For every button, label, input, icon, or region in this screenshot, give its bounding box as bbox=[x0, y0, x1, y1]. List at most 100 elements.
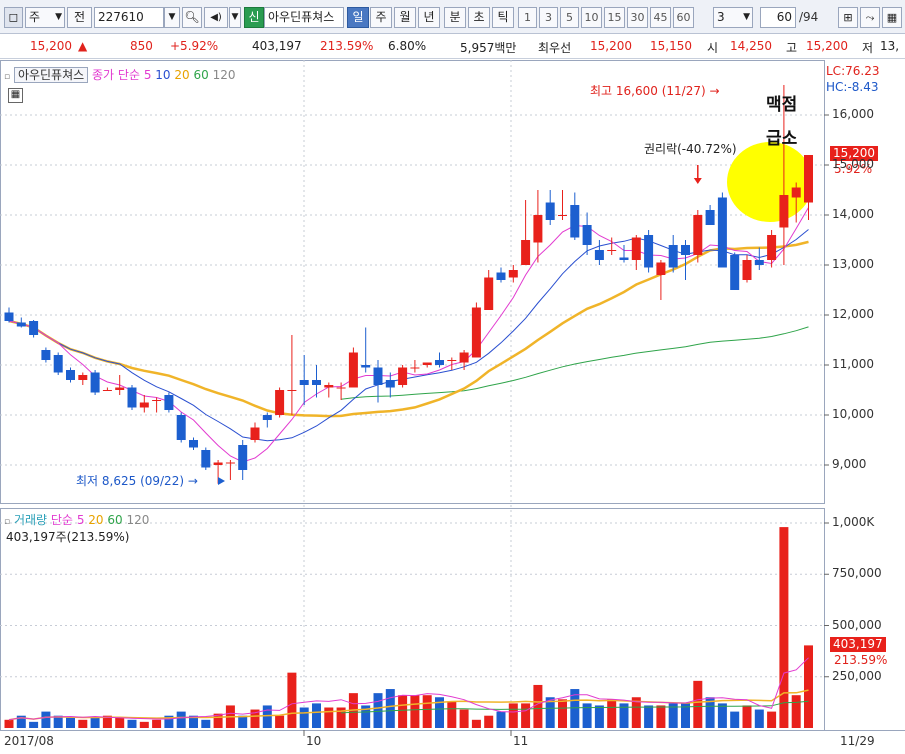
candle-body bbox=[189, 440, 198, 448]
price-change-pct: +5.92% bbox=[170, 39, 219, 53]
period-tab[interactable]: 틱 bbox=[492, 7, 514, 28]
candle-body bbox=[176, 415, 186, 440]
count-select[interactable]: 3 ▼ bbox=[713, 7, 753, 28]
interval-button[interactable]: 1 bbox=[518, 7, 537, 28]
low-arrow-head bbox=[218, 477, 225, 485]
legend-vol-ma20: 20 bbox=[88, 513, 104, 527]
lc-label: LC:76.23 bbox=[826, 64, 880, 78]
x-tick-label: 11 bbox=[513, 734, 529, 748]
menu-dropdown-icon[interactable]: ▼ bbox=[229, 7, 241, 28]
candle-body bbox=[496, 272, 506, 280]
rights-arrow-head bbox=[693, 178, 702, 184]
volume-bar bbox=[730, 711, 740, 728]
volume-bar bbox=[90, 717, 100, 728]
stock-name-field[interactable]: 아우딘퓨쳐스 bbox=[264, 7, 344, 28]
candle-body bbox=[508, 270, 518, 278]
volume-bar bbox=[373, 693, 383, 728]
legend-ma5: 5 bbox=[143, 68, 152, 82]
candle-body bbox=[693, 215, 703, 255]
page-input[interactable]: 60 bbox=[760, 7, 796, 28]
period-tab[interactable]: 년 bbox=[418, 7, 440, 28]
period-tab[interactable]: 분 bbox=[444, 7, 466, 28]
grid-toggle-icon[interactable]: ▦ bbox=[8, 88, 23, 103]
highlight-circle bbox=[727, 142, 813, 222]
candle-body bbox=[582, 225, 592, 245]
candle-body bbox=[324, 385, 334, 388]
interval-button[interactable]: 5 bbox=[560, 7, 579, 28]
interval-button[interactable]: 15 bbox=[604, 7, 625, 28]
candle-body bbox=[791, 187, 801, 198]
best-bid: 15,150 bbox=[650, 39, 692, 53]
legend-stock-name[interactable]: 아우딘퓨쳐스 bbox=[13, 67, 89, 83]
volume-bar bbox=[779, 527, 789, 728]
chart-panel[interactable]: ▫ 아우딘퓨쳐스 종가 단순 5 10 20 60 120 ▦ ▫ 거래량 단순… bbox=[0, 60, 905, 754]
candle-body bbox=[41, 350, 51, 360]
trade-amount: 5,957백만 bbox=[460, 41, 517, 55]
interval-button[interactable]: 3 bbox=[539, 7, 558, 28]
annotation-note-1: 맥점 bbox=[766, 95, 798, 115]
candle-body bbox=[545, 202, 555, 220]
volume-bar bbox=[324, 707, 334, 728]
interval-button[interactable]: 10 bbox=[581, 7, 602, 28]
volume-bar bbox=[398, 695, 408, 728]
market-type-select[interactable]: 주 ▼ bbox=[25, 7, 65, 28]
chart-tool-icon[interactable]: ⊞ bbox=[838, 7, 858, 28]
speaker-icon[interactable]: ◀) bbox=[204, 7, 228, 28]
candle-body bbox=[348, 352, 358, 388]
candle-body bbox=[422, 362, 432, 365]
candle-body bbox=[631, 237, 641, 260]
price-tick-label: 12,000 bbox=[832, 307, 874, 321]
layout-icon[interactable]: ◻ bbox=[4, 7, 23, 28]
high-price: 15,200 bbox=[806, 39, 848, 53]
candle-body bbox=[410, 367, 420, 369]
volume-value: 403,197 bbox=[252, 39, 302, 53]
period-tab[interactable]: 주 bbox=[370, 7, 392, 28]
annotation-low: 최저 8,625 (09/22) → bbox=[76, 472, 198, 489]
price-change: 850 bbox=[130, 39, 153, 53]
candle-body bbox=[447, 360, 457, 361]
prev-button[interactable]: 전 bbox=[67, 7, 92, 28]
candle-body bbox=[754, 260, 764, 265]
period-tab[interactable]: 월 bbox=[394, 7, 416, 28]
market-type-label: 주 bbox=[29, 10, 41, 24]
candle-body bbox=[29, 321, 39, 335]
candle-body bbox=[115, 387, 125, 390]
legend-ma60: 60 bbox=[193, 68, 209, 82]
volume-bar bbox=[275, 715, 285, 728]
best-price-label: 최우선 bbox=[538, 41, 572, 55]
code-dropdown-icon[interactable]: ▼ bbox=[164, 7, 180, 28]
annotation-high: 최고 16,600 (11/27) → bbox=[590, 82, 720, 99]
volume-bar bbox=[115, 717, 125, 728]
interval-button[interactable]: 45 bbox=[650, 7, 671, 28]
volume-bar bbox=[791, 695, 801, 728]
candle-body bbox=[373, 367, 383, 385]
volume-bar bbox=[29, 721, 39, 728]
candle-body bbox=[201, 450, 211, 468]
low-price: 13, bbox=[880, 39, 900, 53]
candle-body bbox=[262, 415, 272, 420]
new-badge[interactable]: 신 bbox=[244, 7, 264, 28]
volume-bar bbox=[4, 719, 14, 728]
volume-bar bbox=[496, 711, 506, 728]
grid-icon[interactable]: ▦ bbox=[882, 7, 902, 28]
candle-body bbox=[127, 387, 137, 408]
interval-button[interactable]: 30 bbox=[627, 7, 648, 28]
high-label: 고 bbox=[786, 41, 798, 55]
period-tab[interactable]: 초 bbox=[468, 7, 490, 28]
stock-chart[interactable] bbox=[0, 60, 905, 754]
candle-body bbox=[139, 402, 149, 408]
stock-code-input[interactable]: 227610 bbox=[94, 7, 164, 28]
volume-bar bbox=[447, 701, 457, 728]
interval-button[interactable]: 60 bbox=[673, 7, 694, 28]
price-plot-frame bbox=[0, 60, 825, 504]
legend-ma20: 20 bbox=[174, 68, 190, 82]
x-tick-label: 10 bbox=[306, 734, 322, 748]
candle-body bbox=[250, 427, 260, 440]
candle-body bbox=[471, 307, 481, 358]
toolbar: ◻ 주 ▼ 전 227610 ▼ 🔍︎ ◀) ▼ 신 아우딘퓨쳐스 일주월년분초… bbox=[0, 0, 905, 34]
volume-tick-label: 750,000 bbox=[832, 566, 882, 581]
trend-icon[interactable]: ⤳ bbox=[860, 7, 880, 28]
period-tab[interactable]: 일 bbox=[347, 7, 369, 28]
price-tick-label: 11,000 bbox=[832, 357, 874, 371]
search-icon[interactable]: 🔍︎ bbox=[182, 7, 202, 28]
